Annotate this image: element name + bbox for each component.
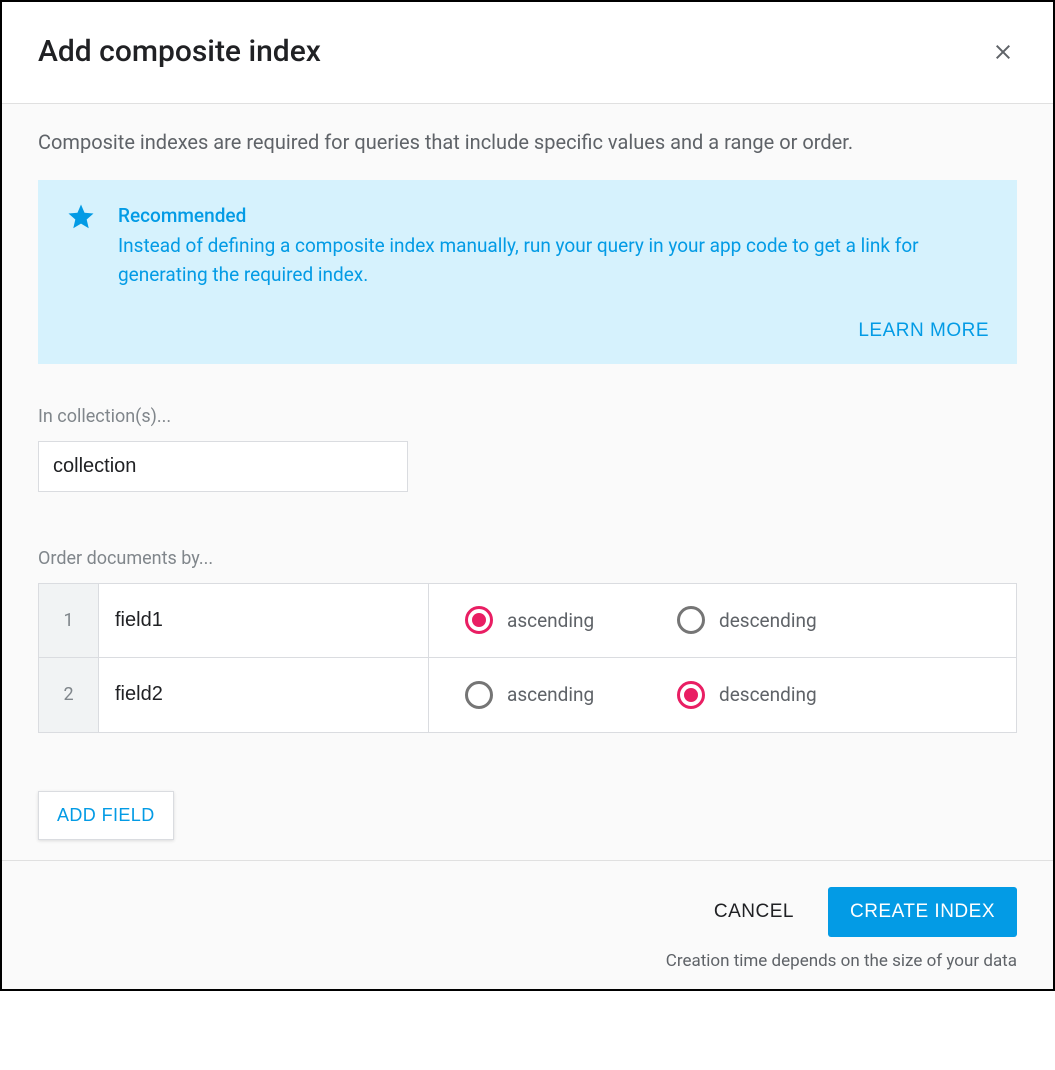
descending-radio[interactable]: descending	[677, 681, 847, 709]
recommended-heading: Recommended	[118, 204, 989, 227]
field-name-input[interactable]	[115, 609, 412, 632]
row-index: 2	[39, 658, 99, 732]
radio-label: ascending	[507, 609, 594, 632]
recommended-body: Instead of defining a composite index ma…	[118, 231, 989, 290]
radio-circle-icon	[465, 606, 493, 634]
order-label: Order documents by...	[38, 548, 1017, 569]
collection-label: In collection(s)...	[38, 406, 1017, 427]
collection-section: In collection(s)...	[38, 406, 1017, 492]
create-index-button[interactable]: CREATE INDEX	[828, 887, 1017, 937]
dialog-description: Composite indexes are required for queri…	[38, 130, 1017, 154]
ascending-radio[interactable]: ascending	[465, 681, 635, 709]
dialog-title: Add composite index	[38, 34, 321, 69]
ascending-radio[interactable]: ascending	[465, 606, 635, 634]
radio-label: descending	[719, 683, 817, 706]
radio-circle-icon	[677, 681, 705, 709]
close-icon[interactable]	[989, 38, 1017, 66]
radio-label: descending	[719, 609, 817, 632]
radio-label: ascending	[507, 683, 594, 706]
order-section: Order documents by... 1 ascending descendi…	[38, 548, 1017, 733]
star-icon	[66, 202, 96, 290]
row-field-cell	[99, 584, 429, 657]
row-radios: ascending descending	[429, 584, 1016, 657]
footer-note: Creation time depends on the size of you…	[666, 951, 1017, 971]
order-row: 2 ascending descending	[39, 658, 1016, 732]
dialog-body: Composite indexes are required for queri…	[2, 104, 1053, 860]
add-field-button[interactable]: ADD FIELD	[38, 791, 174, 840]
order-row: 1 ascending descending	[39, 584, 1016, 658]
radio-circle-icon	[677, 606, 705, 634]
collection-input[interactable]	[38, 441, 408, 492]
recommended-panel: Recommended Instead of defining a compos…	[38, 180, 1017, 364]
field-name-input[interactable]	[115, 683, 412, 706]
dialog-footer: CANCEL CREATE INDEX Creation time depend…	[2, 860, 1053, 989]
add-composite-index-dialog: Add composite index Composite indexes ar…	[0, 0, 1055, 991]
row-field-cell	[99, 658, 429, 732]
descending-radio[interactable]: descending	[677, 606, 847, 634]
cancel-button[interactable]: CANCEL	[714, 901, 794, 923]
order-table: 1 ascending descending 2 ascending descending	[38, 583, 1017, 733]
dialog-header: Add composite index	[2, 2, 1053, 104]
radio-circle-icon	[465, 681, 493, 709]
learn-more-button[interactable]: LEARN MORE	[858, 320, 989, 342]
row-index: 1	[39, 584, 99, 657]
row-radios: ascending descending	[429, 658, 1016, 732]
